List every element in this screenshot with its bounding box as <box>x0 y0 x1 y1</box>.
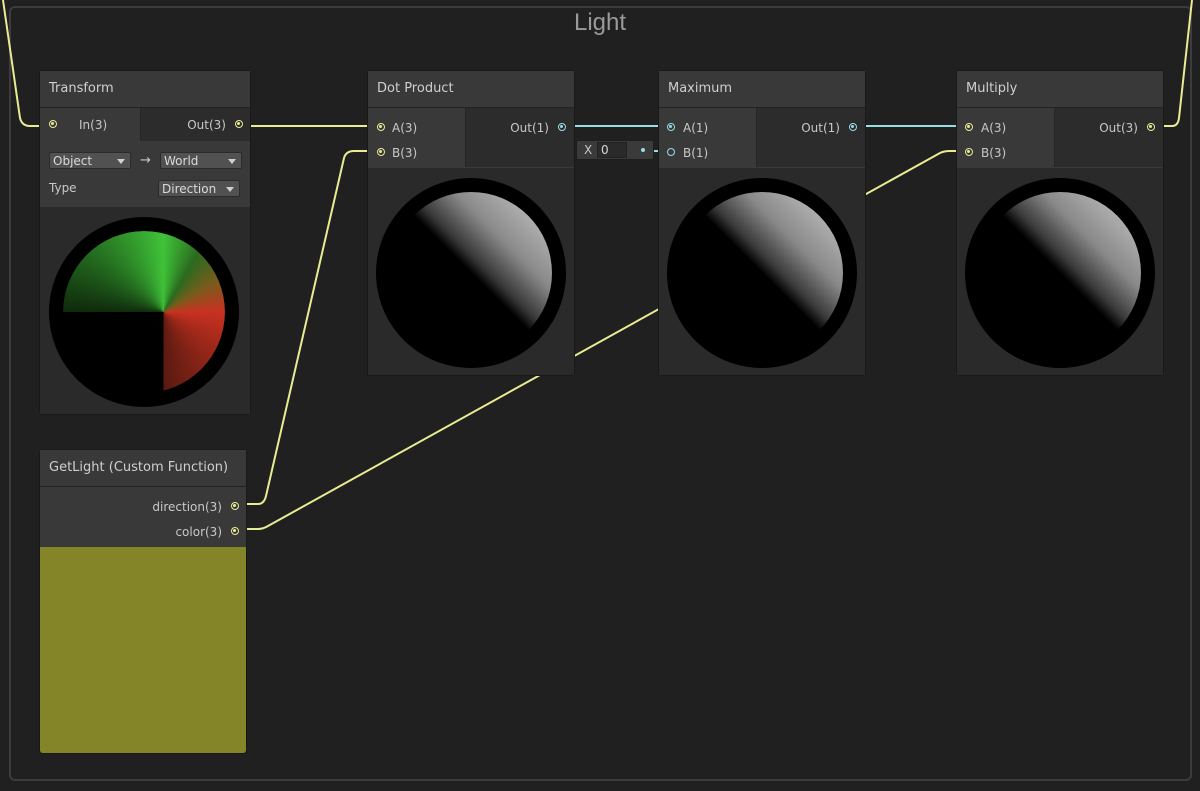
x-field-input[interactable]: 0 <box>597 142 627 158</box>
type-dropdown[interactable]: Direction <box>158 180 240 197</box>
dot-out-port[interactable] <box>558 123 566 131</box>
preview-sphere-shading <box>979 192 1141 354</box>
type-label: Type <box>49 181 77 195</box>
field-connector-icon <box>641 148 645 152</box>
transform-out-port[interactable] <box>235 120 243 128</box>
transform-preview <box>40 207 250 414</box>
mul-b-port[interactable] <box>965 148 973 156</box>
color-out-port[interactable] <box>231 527 239 535</box>
dot-product-node[interactable]: Dot Product A(3) B(3) Out(1) <box>367 70 575 376</box>
to-space-value: World <box>164 154 199 168</box>
get-light-title[interactable]: GetLight (Custom Function) <box>40 450 246 487</box>
mul-out-label: Out(3) <box>1099 121 1138 135</box>
dot-product-preview <box>368 168 574 375</box>
maximum-ports: A(1) B(1) Out(1) <box>659 108 865 167</box>
transform-node[interactable]: Transform In(3) Out(3) Object → World Ty… <box>39 70 251 415</box>
max-b-port[interactable] <box>667 148 675 156</box>
maximum-title[interactable]: Maximum <box>659 71 865 108</box>
preview-sphere-shading <box>681 192 843 354</box>
dot-a-label: A(3) <box>392 121 418 135</box>
preview-sphere <box>49 217 239 407</box>
maximum-b-inline-field[interactable]: X 0 <box>576 140 654 160</box>
mul-a-label: A(3) <box>981 121 1007 135</box>
maximum-node[interactable]: Maximum A(1) B(1) Out(1) <box>658 70 866 376</box>
max-b-label: B(1) <box>683 146 709 160</box>
preview-sphere <box>667 178 857 368</box>
max-a-port[interactable] <box>667 123 675 131</box>
maximum-preview <box>659 168 865 375</box>
transform-settings: Object → World Type Direction <box>40 142 250 207</box>
multiply-preview <box>957 168 1163 375</box>
mul-out-port[interactable] <box>1147 123 1155 131</box>
mul-a-port[interactable] <box>965 123 973 131</box>
mul-b-label: B(3) <box>981 146 1007 160</box>
max-out-port[interactable] <box>849 123 857 131</box>
transform-node-title[interactable]: Transform <box>40 71 250 108</box>
to-space-dropdown[interactable]: World <box>160 152 242 169</box>
multiply-node[interactable]: Multiply A(3) B(3) Out(3) <box>956 70 1164 376</box>
max-out-label: Out(1) <box>801 121 840 135</box>
from-space-dropdown[interactable]: Object <box>49 152 131 169</box>
color-label: color(3) <box>175 525 222 539</box>
chevron-down-icon <box>228 159 236 164</box>
get-light-preview <box>40 547 246 753</box>
preview-sphere <box>376 178 566 368</box>
get-light-node[interactable]: GetLight (Custom Function) direction(3) … <box>39 449 247 754</box>
direction-out-port[interactable] <box>231 502 239 510</box>
preview-sphere-shading <box>390 192 552 354</box>
wire-direction-to-dot-b[interactable] <box>239 150 372 505</box>
shader-graph-canvas[interactable]: Light Transform In(3) Out(3) Object → Wo… <box>0 0 1200 791</box>
x-field-label: X <box>584 143 593 157</box>
direction-label: direction(3) <box>152 500 222 514</box>
multiply-title[interactable]: Multiply <box>957 71 1163 108</box>
chevron-down-icon <box>117 159 125 164</box>
dot-product-ports: A(3) B(3) Out(1) <box>368 108 574 167</box>
dot-product-title[interactable]: Dot Product <box>368 71 574 108</box>
type-value: Direction <box>162 182 217 196</box>
dot-b-label: B(3) <box>392 146 418 160</box>
transform-ports: In(3) Out(3) <box>40 108 250 141</box>
dot-b-port[interactable] <box>377 148 385 156</box>
multiply-ports: A(3) B(3) Out(3) <box>957 108 1163 167</box>
wire-input-to-transform[interactable] <box>2 0 44 127</box>
max-a-label: A(1) <box>683 121 709 135</box>
transform-in-port[interactable] <box>49 120 57 128</box>
chevron-down-icon <box>226 187 234 192</box>
preview-sphere <box>965 178 1155 368</box>
dot-a-port[interactable] <box>377 123 385 131</box>
get-light-ports: direction(3) color(3) <box>40 487 246 547</box>
from-space-value: Object <box>53 154 93 168</box>
right-arrow-icon: → <box>140 153 151 168</box>
transform-in-label: In(3) <box>79 118 108 132</box>
transform-out-label: Out(3) <box>187 118 226 132</box>
preview-sphere-shading <box>63 231 225 393</box>
dot-out-label: Out(1) <box>510 121 549 135</box>
